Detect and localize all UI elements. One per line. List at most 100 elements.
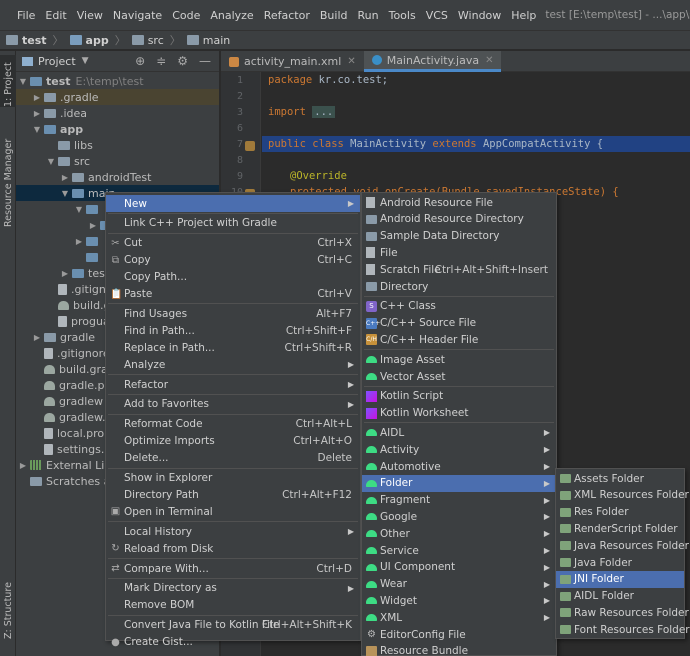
menu-item-new[interactable]: New ▶ bbox=[106, 195, 360, 212]
collapse-arrow-icon[interactable]: ▶ bbox=[32, 333, 42, 342]
collapse-icon[interactable]: ≑ bbox=[156, 54, 166, 68]
menu-item-open-in-terminal[interactable]: ▣ Open in Terminal bbox=[106, 503, 360, 520]
collapse-arrow-icon[interactable]: ▶ bbox=[60, 173, 70, 182]
collapse-arrow-icon[interactable]: ▶ bbox=[32, 109, 42, 118]
menu-item-kotlin-script[interactable]: Kotlin Script bbox=[362, 388, 556, 405]
menu-item-link-c-project-with-gradle[interactable]: Link C++ Project with Gradle bbox=[106, 215, 360, 232]
close-icon[interactable]: ✕ bbox=[485, 55, 493, 66]
menu-item-delete[interactable]: Delete... Delete bbox=[106, 450, 360, 467]
tree-item-androidtest[interactable]: ▶ androidTest bbox=[16, 169, 219, 185]
tree-item-test[interactable]: ▼ test E:\temp\test bbox=[16, 73, 219, 89]
menu-edit[interactable]: Edit bbox=[40, 9, 71, 22]
menu-item-local-history[interactable]: Local History ▶ bbox=[106, 523, 360, 540]
menu-item-kotlin-worksheet[interactable]: Kotlin Worksheet bbox=[362, 405, 556, 422]
menu-item-widget[interactable]: Widget ▶ bbox=[362, 592, 556, 609]
menu-item-reload-from-disk[interactable]: ↻ Reload from Disk bbox=[106, 540, 360, 557]
menu-item-android-resource-file[interactable]: Android Resource File bbox=[362, 194, 556, 211]
menu-item-image-asset[interactable]: Image Asset bbox=[362, 351, 556, 368]
activity-gutter-icon[interactable] bbox=[245, 141, 255, 151]
menu-refactor[interactable]: Refactor bbox=[259, 9, 315, 22]
breadcrumb-test[interactable]: test 〉 bbox=[6, 32, 64, 48]
close-icon[interactable]: ✕ bbox=[347, 56, 355, 67]
menu-item-automotive[interactable]: Automotive ▶ bbox=[362, 458, 556, 475]
menu-item-refactor[interactable]: Refactor ▶ bbox=[106, 376, 360, 393]
menu-item-xml-resources-folder[interactable]: XML Resources Folder bbox=[556, 487, 689, 504]
hide-icon[interactable]: — bbox=[199, 54, 211, 68]
menu-item-directory[interactable]: Directory bbox=[362, 278, 556, 295]
menu-item-jni-folder[interactable]: JNI Folder bbox=[556, 570, 684, 588]
tab-activity-main-xml[interactable]: activity_main.xml ✕ bbox=[221, 51, 364, 72]
menu-item-renderscript-folder[interactable]: RenderScript Folder bbox=[556, 520, 684, 537]
menu-help[interactable]: Help bbox=[506, 9, 541, 22]
menu-item-assets-folder[interactable]: Assets Folder bbox=[556, 470, 684, 487]
menu-item-res-folder[interactable]: Res Folder bbox=[556, 504, 684, 521]
menu-item-copy[interactable]: ⧉ Copy Ctrl+C bbox=[106, 252, 360, 269]
breadcrumb-src[interactable]: src 〉 bbox=[131, 32, 181, 48]
menu-item-fragment[interactable]: Fragment ▶ bbox=[362, 492, 556, 509]
menu-item-font-resources-folder[interactable]: Font Resources Folder bbox=[556, 621, 690, 638]
tool-tab-resource-manager[interactable]: Resource Manager bbox=[0, 127, 16, 227]
menu-item-wear[interactable]: Wear ▶ bbox=[362, 576, 556, 593]
menu-navigate[interactable]: Navigate bbox=[108, 9, 167, 22]
menu-item-reformat-code[interactable]: Reformat Code Ctrl+Alt+L bbox=[106, 416, 360, 433]
menu-item-replace-in-path[interactable]: Replace in Path... Ctrl+Shift+R bbox=[106, 339, 360, 356]
menu-item-add-to-favorites[interactable]: Add to Favorites ▶ bbox=[106, 396, 360, 413]
menu-item-paste[interactable]: 📋 Paste Ctrl+V bbox=[106, 286, 360, 303]
menu-item-ui-component[interactable]: UI Component ▶ bbox=[362, 559, 556, 576]
collapse-arrow-icon[interactable]: ▶ bbox=[88, 221, 98, 230]
menu-file[interactable]: File bbox=[12, 9, 40, 22]
menu-item-c-c-source-file[interactable]: C++ C/C++ Source File bbox=[362, 315, 556, 332]
menu-tools[interactable]: Tools bbox=[384, 9, 421, 22]
collapse-arrow-icon[interactable]: ▶ bbox=[18, 461, 28, 470]
locate-icon[interactable]: ⊕ bbox=[135, 54, 145, 68]
menu-run[interactable]: Run bbox=[353, 9, 384, 22]
menu-item-remove-bom[interactable]: Remove BOM bbox=[106, 597, 360, 614]
menu-view[interactable]: View bbox=[72, 9, 108, 22]
menu-vcs[interactable]: VCS bbox=[421, 9, 453, 22]
menu-item-analyze[interactable]: Analyze ▶ bbox=[106, 356, 360, 373]
menu-item-find-in-path[interactable]: Find in Path... Ctrl+Shift+F bbox=[106, 322, 360, 339]
menu-item-scratch-file[interactable]: Scratch File Ctrl+Alt+Shift+Insert bbox=[362, 261, 556, 278]
tool-tab-structure[interactable]: Z: Structure bbox=[0, 571, 16, 639]
menu-item-optimize-imports[interactable]: Optimize Imports Ctrl+Alt+O bbox=[106, 433, 360, 450]
chevron-down-icon[interactable]: ▼ bbox=[82, 56, 89, 66]
tree-item-app[interactable]: ▼ app bbox=[16, 121, 219, 137]
menu-item-activity[interactable]: Activity ▶ bbox=[362, 441, 556, 458]
menu-item-c-class[interactable]: S C++ Class bbox=[362, 298, 556, 315]
menu-analyze[interactable]: Analyze bbox=[205, 9, 258, 22]
menu-item-convert-java-file-to-kotlin-file[interactable]: Convert Java File to Kotlin File Ctrl+Alt… bbox=[106, 617, 360, 634]
gear-icon[interactable]: ⚙ bbox=[177, 54, 188, 68]
menu-code[interactable]: Code bbox=[167, 9, 205, 22]
breadcrumb-app[interactable]: app 〉 bbox=[69, 32, 126, 48]
menu-item-c-c-header-file[interactable]: C/H C/C++ Header File bbox=[362, 331, 556, 348]
tree-item-gradle[interactable]: ▶ .gradle bbox=[16, 89, 219, 105]
collapse-arrow-icon[interactable]: ▶ bbox=[32, 93, 42, 102]
menu-item-editorconfig-file[interactable]: ⚙ EditorConfig File bbox=[362, 626, 556, 643]
menu-item-compare-with[interactable]: ⇄ Compare With... Ctrl+D bbox=[106, 560, 360, 577]
menu-item-copy-path[interactable]: Copy Path... bbox=[106, 269, 360, 286]
collapse-arrow-icon[interactable]: ▶ bbox=[74, 237, 84, 246]
expand-arrow-icon[interactable]: ▼ bbox=[32, 125, 42, 134]
tree-item-idea[interactable]: ▶ .idea bbox=[16, 105, 219, 121]
menu-build[interactable]: Build bbox=[315, 9, 353, 22]
menu-item-other[interactable]: Other ▶ bbox=[362, 525, 556, 542]
tree-item-src[interactable]: ▼ src bbox=[16, 153, 219, 169]
menu-item-android-resource-directory[interactable]: Android Resource Directory bbox=[362, 211, 556, 228]
menu-item-raw-resources-folder[interactable]: Raw Resources Folder bbox=[556, 604, 689, 621]
project-view-selector[interactable]: Project bbox=[38, 55, 76, 68]
menu-item-directory-path[interactable]: Directory Path Ctrl+Alt+F12 bbox=[106, 486, 360, 503]
menu-item-resource-bundle[interactable]: Resource Bundle bbox=[362, 643, 556, 656]
menu-item-google[interactable]: Google ▶ bbox=[362, 508, 556, 525]
menu-item-find-usages[interactable]: Find Usages Alt+F7 bbox=[106, 305, 360, 322]
menu-item-create-gist[interactable]: ● Create Gist... bbox=[106, 634, 360, 651]
menu-item-aidl-folder[interactable]: AIDL Folder bbox=[556, 588, 684, 605]
menu-item-file[interactable]: File bbox=[362, 244, 556, 261]
menu-item-java-resources-folder[interactable]: Java Resources Folder bbox=[556, 537, 689, 554]
expand-arrow-icon[interactable]: ▼ bbox=[60, 189, 70, 198]
expand-arrow-icon[interactable]: ▼ bbox=[18, 77, 28, 86]
menu-item-cut[interactable]: ✂ Cut Ctrl+X bbox=[106, 235, 360, 252]
expand-arrow-icon[interactable]: ▼ bbox=[46, 157, 56, 166]
expand-arrow-icon[interactable]: ▼ bbox=[74, 205, 84, 214]
folded-imports[interactable]: ... bbox=[312, 106, 336, 118]
menu-item-java-folder[interactable]: Java Folder bbox=[556, 554, 684, 571]
